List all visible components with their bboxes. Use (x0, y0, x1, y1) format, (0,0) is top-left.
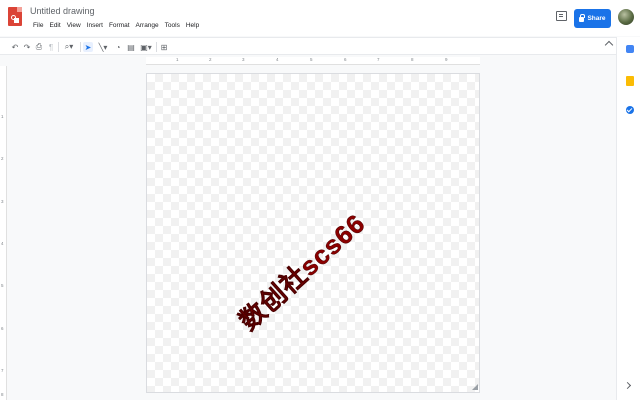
menu-arrange[interactable]: Arrange (133, 22, 162, 29)
ruler-number: 2 (1, 156, 4, 161)
menu-edit[interactable]: Edit (46, 22, 63, 29)
ruler-number: 5 (1, 283, 4, 288)
ruler-number: 6 (1, 326, 4, 331)
toolbar-separator (58, 42, 59, 52)
menu-file[interactable]: File (30, 22, 46, 29)
ruler-number: 8 (1, 392, 4, 397)
document-title[interactable]: Untitled drawing (30, 6, 95, 16)
drawing-canvas[interactable] (146, 73, 480, 393)
toolbar-separator (80, 42, 81, 52)
toolbar: ↶ ↷ ⎙ ¶ ⌕▾ ➤ ╲▾ ◔ ▤ ▣▾ ⊞ (0, 37, 616, 55)
vertical-ruler: 1 2 3 4 5 6 7 8 (0, 66, 7, 400)
header: Untitled drawing File Edit View Insert F… (0, 0, 640, 36)
ruler-number: 7 (1, 368, 4, 373)
ruler-number: 1 (1, 114, 4, 119)
menu-bar: File Edit View Insert Format Arrange Too… (30, 22, 202, 29)
ruler-number: 9 (445, 57, 448, 62)
add-comment-icon[interactable]: ⊞ (159, 42, 169, 52)
ruler-number: 4 (276, 57, 279, 62)
lock-icon (579, 14, 586, 22)
line-icon[interactable]: ╲▾ (95, 42, 111, 52)
side-panel (616, 37, 640, 400)
redo-icon[interactable]: ↷ (22, 42, 32, 52)
drawings-logo-icon[interactable] (8, 7, 22, 26)
menu-tools[interactable]: Tools (162, 22, 183, 29)
comment-history-icon[interactable] (556, 11, 567, 21)
menu-view[interactable]: View (64, 22, 84, 29)
menu-insert[interactable]: Insert (84, 22, 106, 29)
horizontal-ruler: 1 2 3 4 5 6 7 8 9 (146, 57, 480, 65)
ruler-number: 4 (1, 241, 4, 246)
ruler-number: 3 (1, 199, 4, 204)
image-icon[interactable]: ▣▾ (138, 42, 154, 52)
ruler-number: 2 (209, 57, 212, 62)
undo-icon[interactable]: ↶ (10, 42, 20, 52)
toolbar-separator (156, 42, 157, 52)
print-icon[interactable]: ⎙ (34, 42, 44, 52)
ruler-number: 8 (411, 57, 414, 62)
zoom-icon[interactable]: ⌕▾ (61, 42, 77, 52)
keep-icon[interactable] (626, 76, 634, 86)
paint-format-icon[interactable]: ¶ (46, 42, 56, 52)
canvas-resize-handle-icon[interactable] (472, 384, 478, 390)
calendar-icon[interactable] (626, 45, 634, 53)
ruler-number: 3 (242, 57, 245, 62)
ruler-number: 1 (176, 57, 179, 62)
ruler-number: 6 (344, 57, 347, 62)
menu-format[interactable]: Format (106, 22, 133, 29)
ruler-number: 7 (377, 57, 380, 62)
ruler-number: 5 (310, 57, 313, 62)
share-button[interactable]: Share (574, 9, 611, 28)
avatar[interactable] (618, 9, 634, 25)
select-icon[interactable]: ➤ (83, 42, 93, 52)
tasks-icon[interactable] (626, 106, 634, 114)
drawings-app: Untitled drawing File Edit View Insert F… (0, 0, 640, 400)
share-button-label: Share (587, 15, 606, 22)
menu-help[interactable]: Help (183, 22, 202, 29)
textbox-icon[interactable]: ▤ (126, 42, 136, 52)
shape-icon[interactable]: ◔ (113, 42, 123, 52)
